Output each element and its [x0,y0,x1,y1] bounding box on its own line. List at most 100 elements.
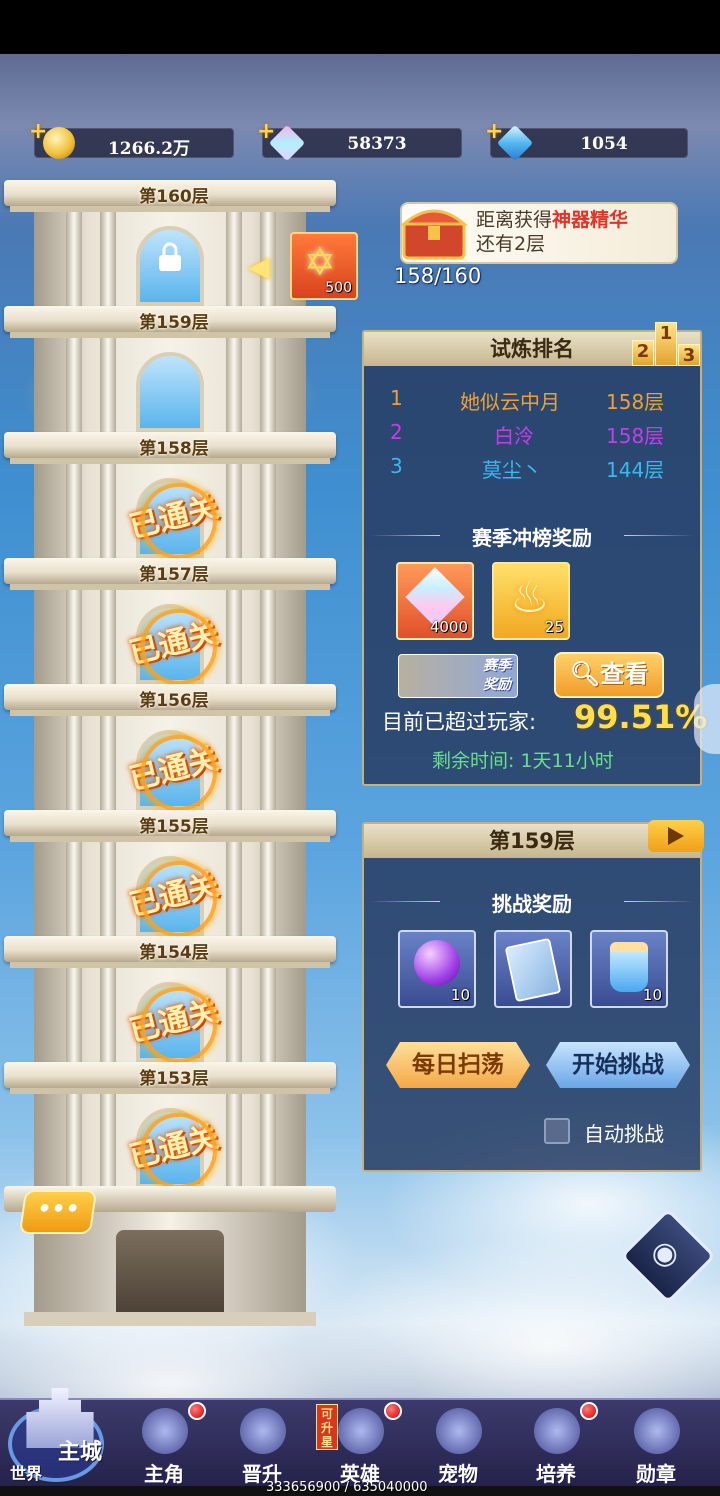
floor-label: 第153层 [139,1069,209,1089]
beat-players-percent: 99.51% [574,698,708,736]
season-reward-crystal[interactable]: 4000 [396,562,474,640]
nav-label: 培养 [536,1462,576,1486]
helmet-icon [338,1408,384,1454]
view-button-label: 查看 [600,660,649,688]
floor-label: 第155层 [139,817,209,837]
rank-number: 3 [390,454,403,478]
podium-second: 2 [632,340,654,366]
nav-cultivate[interactable]: 培养 [508,1400,604,1488]
floor-label: 第159层 [139,313,209,333]
rank-row[interactable]: 1 她似云中月 158层 [364,386,700,416]
floor-progress: 158/160 [394,264,482,288]
star-emblem-icon: ✡ [304,240,336,284]
podium-icon: 2 1 3 [632,320,700,366]
tower-floor-155[interactable]: 第155层 已通关 [4,810,336,936]
promote-icon [240,1408,286,1454]
season-reward-title: 赛季冲榜奖励 [364,522,700,551]
auto-challenge-label: 自动挑战 [584,1122,664,1146]
nav-hero-main[interactable]: 主角 [116,1400,212,1488]
pet-icon [436,1408,482,1454]
rank-floor: 158层 [606,424,665,448]
rank-player-name: 白泠 [494,424,534,448]
tower-floor-158[interactable]: 第158层 已通关 [4,432,336,558]
beat-players-label: 目前已超过玩家: [382,710,537,734]
rank-floor: 144层 [606,458,665,482]
nav-pets[interactable]: 宠物 [410,1400,506,1488]
rank-row[interactable]: 2 白泠 158层 [364,420,700,450]
rank-number: 1 [390,386,403,410]
medal-icon [634,1408,680,1454]
footer-counter: 333656900 / 635040000 [266,1480,428,1495]
artifact-line1-prefix: 距离获得 [476,209,553,231]
hero-icon [142,1408,188,1454]
tower-floor-157[interactable]: 第157层 已通关 [4,558,336,684]
treasure-chest-icon[interactable] [398,196,470,262]
tower-floor-153[interactable]: 第153层 已通关 [4,1062,336,1188]
view-button[interactable]: 🔍︎查看 [554,652,664,698]
nav-label: 主角 [144,1462,184,1486]
main-city-button[interactable]: 主城 世界 [4,1388,112,1484]
nav-medal[interactable]: 勋章 [608,1400,704,1488]
notification-dot [384,1402,402,1420]
gold-coin-value: 1266.2万 [107,139,191,159]
potion-bottle-icon [610,942,648,992]
diamond-counter[interactable]: + 1054 [485,119,688,162]
lock-icon [159,242,181,271]
search-icon: 🔍︎ [569,660,601,688]
rank-player-name: 她似云中月 [460,390,560,414]
tower-floor-154[interactable]: 第154层 已通关 [4,936,336,1062]
floor-reward-item[interactable]: ✡ 500 [290,232,358,300]
chat-button[interactable]: ••• [18,1190,98,1234]
tower-floor-160[interactable]: 第160层 [4,180,336,306]
flame-essence-icon: ♨ [510,572,550,623]
artifact-line2: 还有2层 [476,233,546,255]
auto-challenge-checkbox[interactable] [544,1118,570,1144]
nav-heroes[interactable]: 可升星 英雄 [312,1400,408,1488]
podium-first: 1 [655,322,677,366]
item-count: 10 [450,986,470,1004]
video-replay-icon[interactable] [648,820,704,852]
reward-count: 500 [325,280,352,296]
challenge-reward-card[interactable] [494,930,572,1008]
rune-card-icon [504,937,562,1003]
main-city-label: 主城 [58,1440,103,1465]
challenge-reward-title: 挑战奖励 [364,888,700,917]
start-challenge-button[interactable]: 开始挑战 [546,1042,690,1088]
floor-label: 第154层 [139,943,209,963]
item-count: 4000 [429,618,468,636]
side-expand-tab[interactable] [694,684,720,754]
crystal-counter[interactable]: + 58373 [257,119,462,162]
notification-dot [188,1402,206,1420]
rank-player-name: 莫尘丶 [482,458,542,482]
item-count: 25 [544,618,564,636]
cultivate-icon [534,1408,580,1454]
rank-floor: 158层 [606,390,665,414]
remaining-time: 剩余时间: 1天11小时 [432,750,614,772]
nav-promote[interactable]: 晋升 [214,1400,310,1488]
podium-third: 3 [678,344,700,366]
tower-door [136,352,204,432]
tower-floor-159[interactable]: 第159层 [4,306,336,432]
artifact-progress-text: 距离获得神器精华 还有2层 [476,208,628,256]
rank-row[interactable]: 3 莫尘丶 144层 [364,454,700,484]
floor-label: 第160层 [139,187,209,207]
artifact-highlight: 神器精华 [552,209,629,231]
floor-label: 第158层 [139,439,209,459]
rank-number: 2 [390,420,403,444]
world-label: 世界 [10,1464,43,1483]
challenge-reward-potion[interactable]: 10 [590,930,668,1008]
season-reward-flame[interactable]: ♨ 25 [492,562,570,640]
upgrade-star-tag: 可升星 [316,1404,338,1450]
daily-sweep-button[interactable]: 每日扫荡 [386,1042,530,1088]
nav-label: 勋章 [636,1462,676,1486]
season-reward-banner[interactable]: 赛季 奖励 [398,654,518,698]
challenge-reward-orb[interactable]: 10 [398,930,476,1008]
item-count: 10 [642,986,662,1004]
pointer-arrow-icon: ◀ [248,250,270,283]
purple-orb-icon [414,940,460,986]
season-banner-text: 赛季 奖励 [483,658,511,693]
tower-floor-156[interactable]: 第156层 已通关 [4,684,336,810]
eye-swap-icon: ◉ [651,1236,678,1272]
gold-coin-counter[interactable]: + 1266.2万 [29,119,234,159]
notification-dot [580,1402,598,1420]
